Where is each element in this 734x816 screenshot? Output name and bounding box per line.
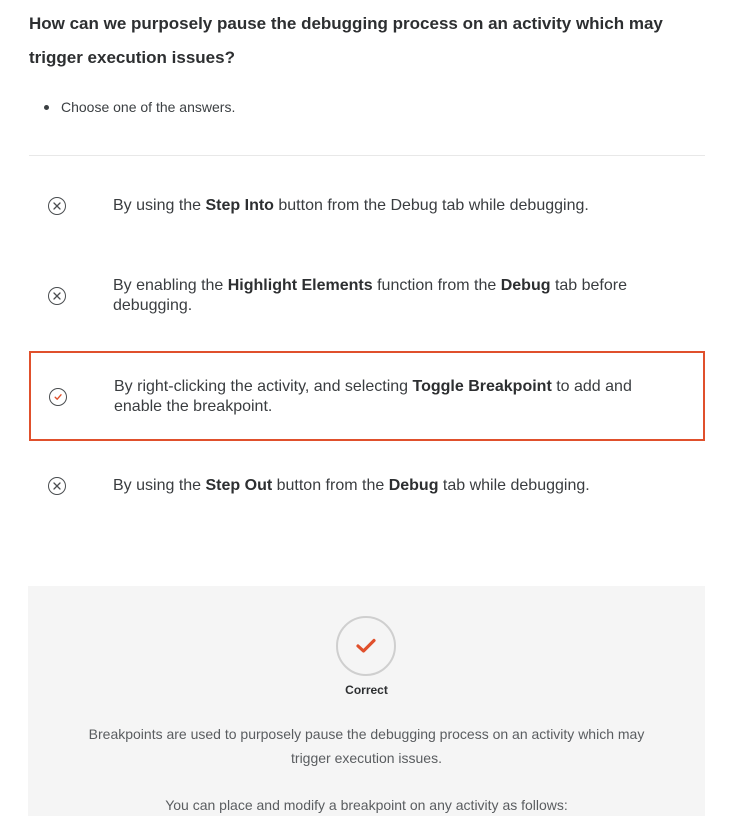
question-title: How can we purposely pause the debugging… — [29, 14, 663, 67]
answer-option-2[interactable]: By enabling the Highlight Elements funct… — [29, 266, 705, 326]
answer-option-1[interactable]: By using the Step Into button from the D… — [29, 186, 705, 226]
instruction-item: Choose one of the answers. — [44, 97, 235, 117]
answer-text: By using the Step Out button from the De… — [113, 477, 590, 494]
answer-emphasis: Toggle Breakpoint — [412, 378, 552, 395]
answer-emphasis: Step Out — [205, 477, 273, 494]
answer-emphasis: Step Into — [205, 197, 274, 214]
answer-emphasis: Debug — [500, 277, 551, 294]
instruction-text: Choose one of the answers. — [61, 99, 236, 115]
instructions-list: Choose one of the answers. — [44, 97, 235, 117]
feedback-explanation: Breakpoints are used to purposely pause … — [88, 726, 645, 766]
answer-emphasis: Highlight Elements — [227, 277, 373, 294]
feedback-instructions: You can place and modify a breakpoint on… — [165, 797, 568, 813]
check-circle-icon — [49, 388, 67, 406]
answer-option-3[interactable]: By right-clicking the activity, and sele… — [29, 351, 705, 441]
x-circle-icon — [48, 197, 66, 215]
bullet-icon — [44, 105, 49, 110]
x-circle-icon — [48, 477, 66, 495]
answer-option-4[interactable]: By using the Step Out button from the De… — [29, 466, 705, 506]
answer-text: By using the Step Into button from the D… — [113, 197, 589, 214]
feedback-status: Correct — [345, 683, 388, 697]
answer-emphasis: Debug — [388, 477, 439, 494]
answer-text: By enabling the Highlight Elements funct… — [113, 277, 627, 314]
divider — [29, 155, 705, 156]
feedback-panel: Correct Breakpoints are used to purposel… — [28, 586, 705, 816]
checkmark-icon — [336, 616, 396, 676]
answer-text: By right-clicking the activity, and sele… — [114, 378, 632, 415]
x-circle-icon — [48, 287, 66, 305]
quiz-page: How can we purposely pause the debugging… — [0, 0, 734, 816]
